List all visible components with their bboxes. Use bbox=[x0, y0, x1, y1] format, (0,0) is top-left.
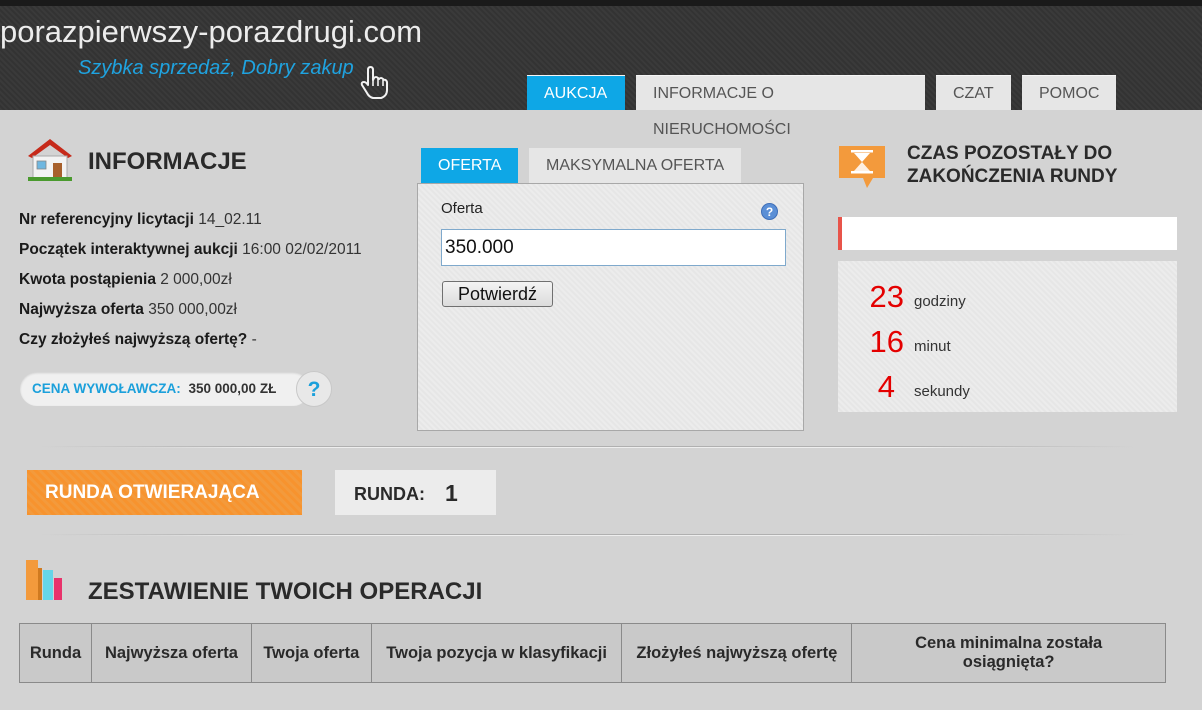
divider bbox=[40, 534, 1135, 536]
info-row-increment: Kwota postąpienia 2 000,00zł bbox=[19, 271, 232, 289]
round-number-box: RUNDA: 1 bbox=[335, 470, 496, 515]
info-label: Kwota postąpienia bbox=[19, 271, 156, 288]
column-header: Najwyższa oferta bbox=[90, 623, 252, 683]
round-number: 1 bbox=[445, 480, 458, 506]
hours-value: 23 bbox=[869, 279, 904, 314]
starting-price-pill: CENA WYWOŁAWCZA: 350 000,00 ZŁ bbox=[20, 372, 310, 406]
timer-title-line2: ZAKOŃCZENIA RUNDY bbox=[907, 166, 1118, 187]
column-header: Runda bbox=[19, 623, 92, 683]
site-logo[interactable]: porazpierwszy-porazdrugi.com bbox=[0, 14, 422, 50]
column-header: Twoja oferta bbox=[250, 623, 372, 683]
site-tagline: Szybka sprzedaż, Dobry zakup bbox=[78, 57, 354, 79]
info-value: - bbox=[251, 331, 257, 348]
timer-title: CZAS POZOSTAŁY DO ZAKOŃCZENIA RUNDY bbox=[907, 142, 1117, 188]
bar-chart-icon bbox=[26, 560, 62, 600]
tab-property-info[interactable]: INFORMACJE O NIERUCHOMOŚCI bbox=[636, 75, 925, 138]
info-label: Czy złożyłeś najwyższą ofertę? bbox=[19, 331, 248, 348]
tab-help[interactable]: POMOC bbox=[1022, 75, 1116, 110]
column-header: Twoja pozycja w klasyfikacji bbox=[370, 623, 623, 683]
tab-chat[interactable]: CZAT bbox=[936, 75, 1011, 110]
info-row-highest-offer: Najwyższa oferta 350 000,00zł bbox=[19, 301, 237, 319]
round-status-badge: RUNDA OTWIERAJĄCA bbox=[27, 470, 302, 515]
confirm-button[interactable]: Potwierdź bbox=[442, 281, 553, 307]
tab-max-offer[interactable]: MAKSYMALNA OFERTA bbox=[529, 148, 742, 183]
info-row-is-highest: Czy złożyłeś najwyższą ofertę? - bbox=[19, 331, 257, 349]
tab-offer[interactable]: OFERTA bbox=[421, 148, 519, 183]
info-label: Nr referencyjny licytacji bbox=[19, 211, 194, 228]
pointer-hand-icon bbox=[360, 66, 388, 99]
info-value: 350 000,00zł bbox=[148, 301, 238, 318]
operations-table: Runda Najwyższa oferta Twoja oferta Twoj… bbox=[19, 623, 1166, 683]
hourglass-icon bbox=[839, 146, 885, 188]
info-row-reference: Nr referencyjny licytacji 14_02.11 bbox=[19, 211, 262, 229]
offer-help-icon[interactable]: ? bbox=[761, 203, 778, 220]
info-label: Początek interaktywnej aukcji bbox=[19, 241, 238, 258]
info-value: 2 000,00zł bbox=[160, 271, 232, 288]
seconds-label: sekundy bbox=[914, 383, 970, 400]
round-label: RUNDA: bbox=[354, 484, 425, 504]
column-header: Złożyłeś najwyższą ofertę bbox=[621, 623, 853, 683]
starting-price-label: CENA WYWOŁAWCZA: bbox=[32, 381, 181, 396]
offer-input[interactable] bbox=[441, 229, 786, 266]
minutes-value: 16 bbox=[869, 324, 904, 359]
divider bbox=[40, 446, 1135, 448]
info-value: 16:00 02/02/2011 bbox=[242, 241, 362, 258]
info-row-start: Początek interaktywnej aukcji 16:00 02/0… bbox=[19, 241, 362, 259]
timer-title-line1: CZAS POZOSTAŁY DO bbox=[907, 143, 1113, 164]
starting-price-value: 350 000,00 ZŁ bbox=[188, 381, 277, 396]
info-value: 14_02.11 bbox=[198, 211, 262, 228]
info-label: Najwyższa oferta bbox=[19, 301, 144, 318]
seconds-value: 4 bbox=[877, 369, 895, 404]
minutes-label: minut bbox=[914, 338, 951, 355]
column-header: Cena minimalna została osiągnięta? bbox=[851, 623, 1166, 683]
info-title: INFORMACJE bbox=[88, 148, 247, 175]
table-header-row: Runda Najwyższa oferta Twoja oferta Twoj… bbox=[19, 623, 1166, 683]
house-icon bbox=[28, 139, 72, 181]
offer-field-label: Oferta bbox=[441, 200, 483, 217]
starting-price-help-button[interactable]: ? bbox=[296, 371, 332, 407]
timer-progress-bar bbox=[838, 217, 1177, 250]
hours-label: godziny bbox=[914, 293, 966, 310]
offer-panel bbox=[417, 183, 804, 431]
summary-title: ZESTAWIENIE TWOICH OPERACJI bbox=[88, 578, 483, 605]
tab-auction[interactable]: AUKCJA bbox=[527, 75, 625, 110]
